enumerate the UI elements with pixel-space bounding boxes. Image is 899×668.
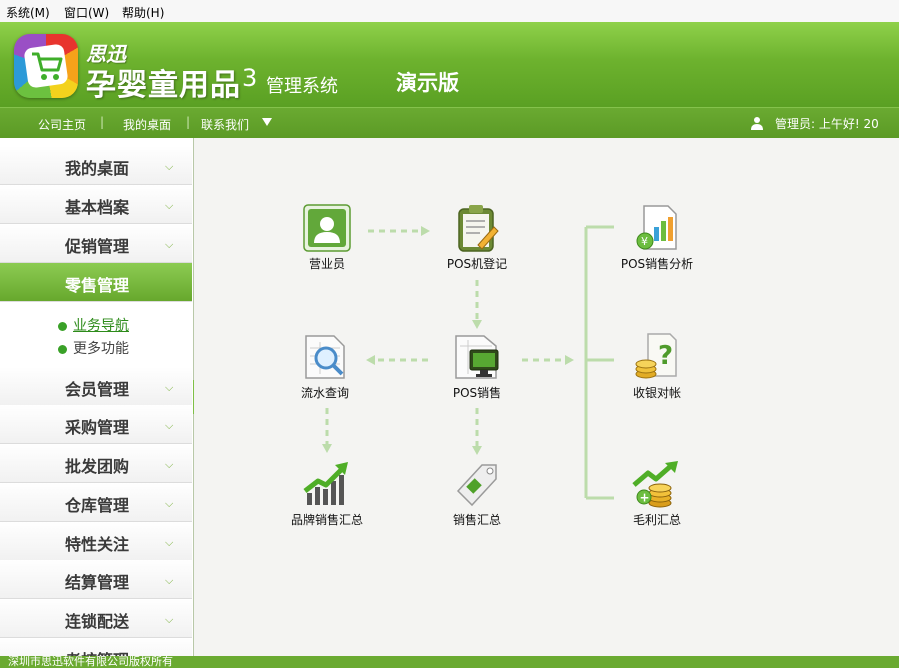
bar-chart-up-icon	[302, 459, 352, 509]
sidebar: 我的桌面 ⌵ 基本档案 ⌵ 促销管理 ⌵ 零售管理 业务导航 更多功能 会员管理…	[0, 138, 194, 656]
product-subtitle: 管理系统	[266, 76, 338, 97]
chevron-down-icon: ⌵	[165, 574, 174, 587]
flow-node-flow-query[interactable]: 流水查询	[270, 332, 380, 401]
flow-node-pos-sales[interactable]: POS销售	[422, 332, 532, 401]
chevron-down-icon: ⌵	[165, 536, 174, 549]
sales-report-icon: ¥	[632, 203, 682, 253]
menu-help[interactable]: 帮助(H)	[122, 4, 164, 21]
sidebar-item-promotion[interactable]: 促销管理 ⌵	[0, 224, 192, 263]
sidebar-item-label: 会员管理	[65, 380, 130, 399]
chevron-down-icon: ⌵	[165, 613, 174, 626]
flow-node-profit-summary[interactable]: + 毛利汇总	[602, 459, 712, 528]
menu-bar: 系统(M) 窗口(W) 帮助(H)	[0, 0, 899, 23]
business-flow-panel: 营业员 POS机登记 ¥ POS销售分析 流水查询 POS销售 ? 收银对帐 品…	[194, 138, 899, 656]
price-tag-icon	[452, 459, 502, 509]
edition-label: 演示版	[396, 71, 459, 95]
svg-text:?: ?	[658, 341, 673, 371]
user-greeting: 管理员: 上午好! 20	[775, 117, 879, 131]
flow-node-label: 流水查询	[300, 386, 349, 400]
dropdown-arrow-icon[interactable]	[262, 118, 272, 126]
nav-my-desktop[interactable]: 我的桌面	[123, 116, 171, 133]
user-card-icon	[302, 203, 352, 253]
sidebar-item-warehouse[interactable]: 仓库管理 ⌵	[0, 483, 192, 522]
flow-node-label: POS销售分析	[620, 257, 694, 271]
svg-text:¥: ¥	[641, 235, 648, 248]
sidebar-item-wholesale[interactable]: 批发团购 ⌵	[0, 444, 192, 483]
flow-node-label: 收银对帐	[632, 386, 681, 400]
flow-node-label: 品牌销售汇总	[290, 513, 363, 527]
sidebar-item-assessment[interactable]: 考核管理	[0, 638, 192, 656]
app-logo-icon	[14, 34, 78, 98]
flow-node-label: POS机登记	[446, 257, 508, 271]
flow-node-pos-analysis[interactable]: ¥ POS销售分析	[602, 203, 712, 272]
flow-node-sales-summary[interactable]: 销售汇总	[422, 459, 532, 528]
sidebar-item-label: 零售管理	[65, 276, 130, 295]
chevron-down-icon: ⌵	[165, 458, 174, 471]
nav-separator: |	[100, 115, 105, 129]
sidebar-item-settlement[interactable]: 结算管理 ⌵	[0, 560, 192, 599]
chevron-down-icon: ⌵	[165, 419, 174, 432]
bullet-icon	[58, 321, 67, 331]
app-header: 思迅 孕婴童用品 3 管理系统 演示版	[0, 22, 899, 107]
sidebar-item-label: 特性关注	[65, 535, 130, 554]
sidebar-item-member[interactable]: 会员管理 ⌵	[0, 367, 192, 406]
flow-node-label: 销售汇总	[452, 513, 501, 527]
flow-node-brand-sales[interactable]: 品牌销售汇总	[272, 459, 382, 528]
flow-node-cashier[interactable]: 营业员	[272, 203, 382, 272]
chevron-down-icon: ⌵	[165, 381, 174, 394]
nav-bar: 公司主页 | 我的桌面 | 联系我们	[0, 107, 899, 139]
sidebar-item-purchase[interactable]: 采购管理 ⌵	[0, 405, 192, 444]
nav-contact-us[interactable]: 联系我们	[201, 116, 249, 133]
sidebar-item-label: 仓库管理	[65, 496, 130, 515]
sidebar-item-my-desktop[interactable]: 我的桌面 ⌵	[0, 146, 192, 185]
clipboard-pen-icon	[452, 203, 502, 253]
sidebar-item-label: 连锁配送	[65, 612, 130, 631]
profit-coins-icon: +	[632, 459, 682, 509]
search-document-icon	[300, 332, 350, 382]
chevron-down-icon: ⌵	[165, 160, 174, 173]
copyright-text: 深圳市思迅软件有限公司版权所有	[8, 655, 173, 668]
chevron-down-icon: ⌵	[165, 199, 174, 212]
sidebar-sub-more-functions[interactable]: 更多功能	[58, 338, 129, 358]
svg-text:+: +	[640, 491, 650, 505]
flow-node-label: POS销售	[452, 386, 502, 400]
sidebar-item-label: 结算管理	[65, 573, 130, 592]
sidebar-item-label: 批发团购	[65, 457, 130, 476]
chevron-down-icon: ⌵	[165, 497, 174, 510]
menu-system[interactable]: 系统(M)	[6, 4, 50, 21]
menu-window[interactable]: 窗口(W)	[64, 4, 109, 21]
flow-node-label: 毛利汇总	[632, 513, 681, 527]
sidebar-item-features[interactable]: 特性关注 ⌵	[0, 522, 192, 561]
sidebar-sub-business-nav[interactable]: 业务导航	[58, 315, 129, 335]
flow-node-pos-register[interactable]: POS机登记	[422, 203, 532, 272]
flow-node-label: 营业员	[308, 257, 345, 271]
sidebar-item-label: 采购管理	[65, 418, 130, 437]
sidebar-item-basic-archive[interactable]: 基本档案 ⌵	[0, 185, 192, 224]
coins-question-icon: ?	[632, 332, 682, 382]
sidebar-item-chain-delivery[interactable]: 连锁配送 ⌵	[0, 599, 192, 638]
flow-node-cash-reconcile[interactable]: ? 收银对帐	[602, 332, 712, 401]
bullet-icon	[58, 344, 67, 354]
product-version: 3	[242, 64, 258, 92]
sidebar-item-retail[interactable]: 零售管理	[0, 263, 192, 302]
product-name: 孕婴童用品	[86, 68, 241, 103]
user-icon	[751, 117, 763, 130]
nav-company-home[interactable]: 公司主页	[38, 116, 86, 133]
sidebar-item-label: 我的桌面	[65, 159, 130, 178]
chevron-down-icon: ⌵	[165, 238, 174, 251]
nav-separator: |	[186, 115, 191, 129]
status-bar: 深圳市思迅软件有限公司版权所有	[0, 656, 899, 668]
sidebar-item-label: 促销管理	[65, 237, 130, 256]
pos-terminal-icon	[452, 332, 502, 382]
sidebar-item-label: 基本档案	[65, 198, 130, 217]
